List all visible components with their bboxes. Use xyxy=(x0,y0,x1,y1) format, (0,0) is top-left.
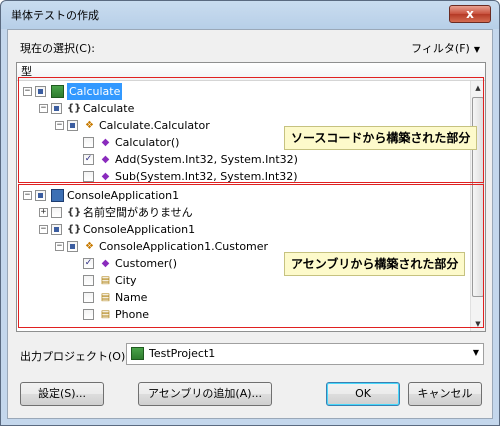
current-selection-label: 現在の選択(C): xyxy=(20,42,95,55)
output-project-value: TestProject1 xyxy=(149,347,216,360)
dialog-content: 現在の選択(C): フィルタ(F) ▼ 型 − Calculate − {} Ca… xyxy=(7,29,493,419)
window-title: 単体テストの作成 xyxy=(11,9,99,22)
add-assembly-button[interactable]: アセンブリの追加(A)... xyxy=(138,382,272,406)
output-project-label: 出力プロジェクト(O): xyxy=(20,350,129,363)
filter-menu[interactable]: フィルタ(F) ▼ xyxy=(411,40,480,56)
filter-label: フィルタ(F) xyxy=(411,42,470,55)
cancel-button[interactable]: キャンセル xyxy=(408,382,482,406)
dialog-window: 単体テストの作成 x 現在の選択(C): フィルタ(F) ▼ 型 − Calcul… xyxy=(0,0,500,426)
title-bar: 単体テストの作成 x xyxy=(1,1,499,29)
ok-button[interactable]: OK xyxy=(326,382,400,406)
close-button[interactable]: x xyxy=(449,5,491,23)
chevron-down-icon: ▼ xyxy=(473,44,480,54)
chevron-down-icon[interactable]: ▼ xyxy=(473,348,479,357)
settings-button[interactable]: 設定(S)... xyxy=(20,382,104,406)
assembly-callout: アセンブリから構築された部分 xyxy=(284,252,466,276)
source-callout: ソースコードから構築された部分 xyxy=(284,126,478,150)
project-icon xyxy=(131,347,144,360)
output-project-select[interactable]: TestProject1 ▼ xyxy=(126,343,484,365)
